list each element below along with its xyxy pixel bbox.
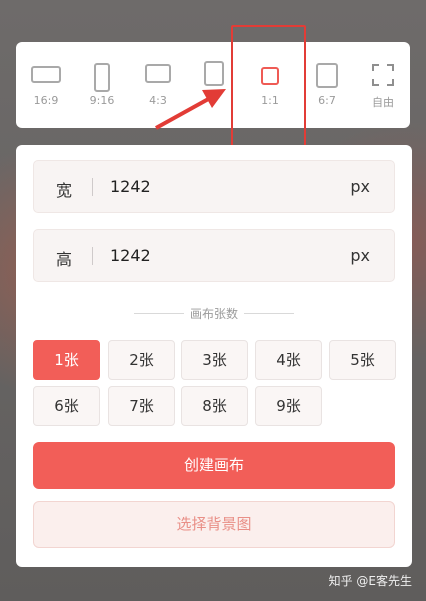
- ratio-label: 16:9: [33, 94, 59, 107]
- width-input[interactable]: [110, 177, 310, 196]
- free-crop-icon: [372, 64, 394, 86]
- height-field[interactable]: 高 px: [33, 229, 395, 282]
- width-unit: px: [350, 177, 370, 196]
- canvas-count-heading: 画布张数: [16, 305, 412, 322]
- canvas-count-3[interactable]: 3张: [181, 340, 248, 380]
- canvas-count-9[interactable]: 9张: [255, 386, 322, 426]
- rectangle-landscape-icon: [31, 66, 61, 83]
- ratio-label: 自由: [372, 96, 394, 109]
- height-label: 高: [56, 250, 73, 269]
- field-divider: [92, 247, 93, 265]
- ratio-6-7[interactable]: 6:7: [301, 42, 353, 128]
- ratio-9-16[interactable]: 9:16: [76, 42, 128, 128]
- canvas-count-2[interactable]: 2张: [108, 340, 175, 380]
- canvas-count-8[interactable]: 8张: [181, 386, 248, 426]
- canvas-count-title: 画布张数: [189, 307, 238, 321]
- canvas-count-5[interactable]: 5张: [329, 340, 396, 380]
- height-unit: px: [350, 246, 370, 265]
- canvas-count-7[interactable]: 7张: [108, 386, 175, 426]
- canvas-count-1[interactable]: 1张: [33, 340, 100, 380]
- ratio-free[interactable]: 自由: [357, 42, 409, 128]
- canvas-settings-panel: 宽 px 高 px 画布张数 1张 2张 3张 4张 5张 6张 7张 8张 9…: [16, 145, 412, 567]
- width-label: 宽: [56, 181, 73, 200]
- ratio-label: 9:16: [89, 94, 115, 107]
- rectangle-portrait-icon: [94, 63, 110, 92]
- divider-line: [244, 313, 294, 314]
- rectangle-portrait-icon: [316, 63, 338, 88]
- canvas-count-6[interactable]: 6张: [33, 386, 100, 426]
- highlight-box: [231, 25, 306, 156]
- canvas-count-4[interactable]: 4张: [255, 340, 322, 380]
- choose-background-button[interactable]: 选择背景图: [33, 501, 395, 548]
- width-field[interactable]: 宽 px: [33, 160, 395, 213]
- ratio-label: 6:7: [318, 94, 336, 107]
- divider-line: [134, 313, 184, 314]
- height-input[interactable]: [110, 246, 310, 265]
- ratio-16-9[interactable]: 16:9: [20, 42, 72, 128]
- field-divider: [92, 178, 93, 196]
- create-canvas-button[interactable]: 创建画布: [33, 442, 395, 489]
- watermark: 知乎 @E客先生: [328, 574, 412, 588]
- pointer-arrow-icon: [155, 89, 226, 130]
